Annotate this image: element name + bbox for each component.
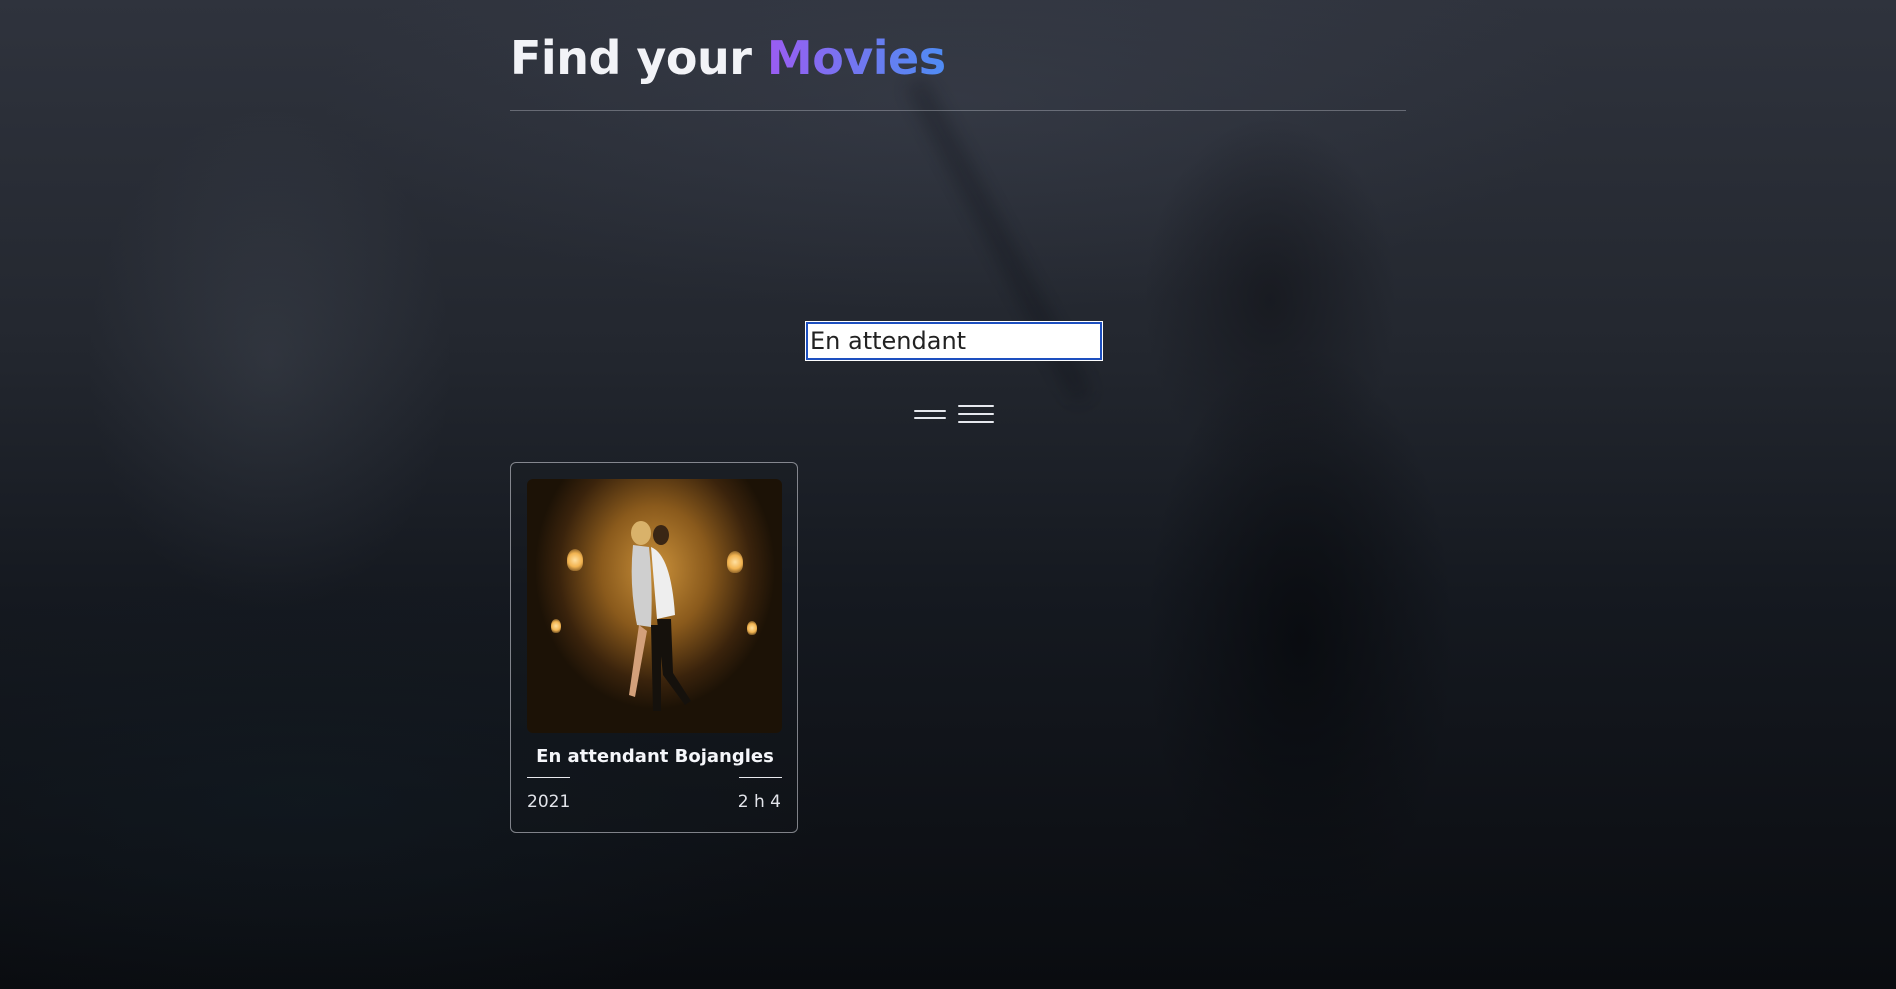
double-line-icon (914, 409, 946, 419)
compact-view-toggle[interactable] (914, 402, 946, 426)
page-title: Find your Movies (510, 26, 946, 90)
list-view-toggle[interactable] (958, 402, 994, 426)
header-divider (510, 110, 1406, 111)
movie-poster (527, 479, 782, 733)
meta-divider-right (739, 777, 782, 778)
movie-duration: 2 h 4 (737, 792, 781, 812)
main-container: Find your Movies En attendant En attenda… (510, 0, 1406, 989)
page-title-accent: Movies (766, 31, 946, 85)
movie-year: 2021 (527, 792, 571, 812)
meta-divider-left (527, 777, 570, 778)
dancing-couple-illustration (629, 521, 691, 711)
movie-title: En attendant Bojangles (536, 746, 774, 767)
movie-card[interactable]: En attendant Bojangles 2021 2 h 4 (510, 462, 798, 833)
menu-lines-icon (958, 405, 994, 423)
page-title-prefix: Find your (510, 31, 752, 85)
search-input[interactable] (805, 321, 1103, 361)
